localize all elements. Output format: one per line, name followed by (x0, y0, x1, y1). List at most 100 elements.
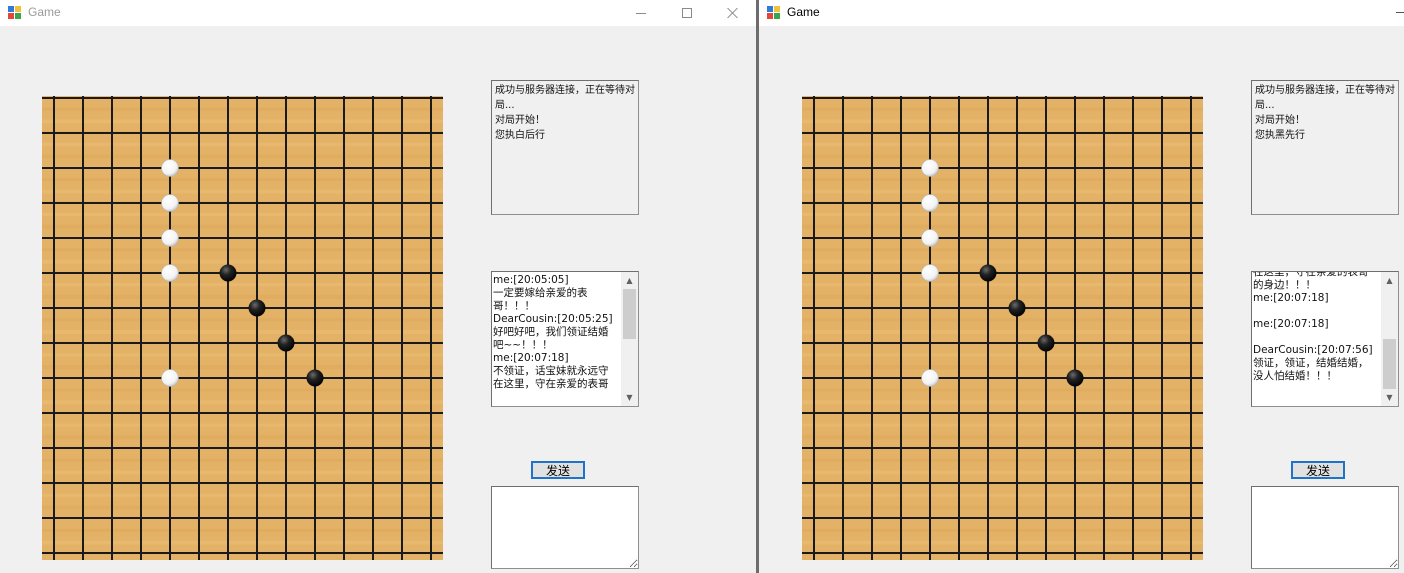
black-stone (1037, 334, 1055, 352)
scroll-up-icon[interactable]: ▲ (1381, 272, 1398, 289)
wood-grain (802, 283, 1203, 287)
game-board[interactable] (42, 96, 443, 560)
maximize-icon (682, 8, 692, 18)
game-window-left: Game 成功与服务器连接，正在等待对局... 对局开始！ 您执白后行 me:[… (0, 0, 756, 573)
wood-grain (802, 353, 1203, 357)
send-button[interactable]: 发送 (531, 461, 585, 479)
wood-grain (802, 400, 1203, 405)
white-stone (161, 229, 179, 247)
chat-content: 在这里，守在亲爱的表哥 的身边！！！ me:[20:07:18] me:[20:… (1253, 271, 1380, 383)
white-stone (161, 369, 179, 387)
chat-line: me:[20:07:18] (493, 352, 569, 364)
wood-grain (802, 248, 1203, 252)
wood-grain (802, 142, 1203, 146)
wood-grain (42, 330, 443, 334)
white-stone (161, 264, 179, 282)
chat-scrollbar[interactable]: ▲ ▼ (1381, 272, 1398, 406)
chat-history[interactable]: me:[20:05:05] 一定要嫁给亲爱的表 哥！！！ DearCousin:… (491, 271, 639, 407)
wood-grain (802, 259, 1203, 264)
chat-line: DearCousin:[20:05:25] (493, 313, 613, 325)
white-stone (161, 194, 179, 212)
board-grid[interactable] (42, 96, 443, 560)
minimize-icon (636, 12, 646, 14)
wood-grain (802, 330, 1203, 334)
chat-line: 好吧好吧，我们领证结婚 (493, 326, 609, 338)
chat-line: 的身边！！！ (1253, 279, 1316, 291)
chat-line (1253, 331, 1380, 344)
wood-grain (42, 493, 443, 497)
message-input[interactable] (1251, 486, 1399, 569)
black-stone (1066, 369, 1084, 387)
wood-grain (802, 493, 1203, 497)
game-board[interactable] (802, 96, 1203, 560)
chat-line: me:[20:07:18] (1253, 292, 1329, 304)
app-icon[interactable] (8, 6, 22, 20)
wood-grain (42, 154, 443, 159)
wood-grain (42, 365, 443, 370)
black-stone (979, 264, 997, 282)
wood-grain (802, 458, 1203, 462)
wood-grain (42, 458, 443, 462)
white-stone (921, 194, 939, 212)
chat-line: 在这里，守在亲爱的表哥 (493, 378, 609, 390)
scroll-thumb[interactable] (623, 289, 636, 339)
scroll-thumb[interactable] (1383, 339, 1396, 389)
chat-scrollbar[interactable]: ▲ ▼ (621, 272, 638, 406)
wood-grain (42, 213, 443, 216)
scroll-up-icon[interactable]: ▲ (621, 272, 638, 289)
wood-grain (42, 528, 443, 532)
scroll-down-icon[interactable]: ▼ (1381, 389, 1398, 406)
chat-line: 在这里，守在亲爱的表哥 (1253, 271, 1369, 278)
chat-history[interactable]: 在这里，守在亲爱的表哥 的身边！！！ me:[20:07:18] me:[20:… (1251, 271, 1399, 407)
black-stone (306, 369, 324, 387)
window-title: Game (787, 5, 820, 19)
wood-grain (802, 318, 1203, 322)
window-title: Game (28, 5, 61, 19)
black-stone (248, 299, 266, 317)
wood-grain (42, 189, 443, 194)
chat-line: 一定要嫁给亲爱的表 (493, 287, 588, 299)
chat-line: DearCousin:[20:07:56] (1253, 344, 1373, 356)
white-stone (921, 229, 939, 247)
chat-line: 吧~~！！！ (493, 339, 553, 351)
minimize-icon[interactable] (1396, 12, 1404, 13)
white-stone (921, 159, 939, 177)
wood-grain (802, 294, 1203, 299)
wood-grain (802, 177, 1203, 181)
chat-line (1253, 305, 1380, 318)
wood-grain (42, 435, 443, 440)
wood-grain (802, 119, 1203, 124)
wood-grain (42, 119, 443, 124)
chat-line: 不领证，话宝妹就永远守 (493, 365, 609, 377)
wood-grain (42, 142, 443, 146)
wood-grain (802, 189, 1203, 194)
wood-grain (802, 154, 1203, 159)
wood-grain (802, 388, 1203, 392)
black-stone (277, 334, 295, 352)
wood-grain (42, 388, 443, 392)
chat-line: 哥！！！ (493, 300, 535, 312)
app-icon[interactable] (767, 6, 781, 20)
wood-grain (42, 224, 443, 229)
wood-grain (802, 423, 1203, 427)
scroll-down-icon[interactable]: ▼ (621, 389, 638, 406)
board-grid[interactable] (802, 96, 1203, 560)
white-stone (161, 159, 179, 177)
wood-grain (802, 365, 1203, 370)
wood-grain (42, 540, 443, 545)
game-window-right: Game 成功与服务器连接，正在等待对局... 对局开始！ 您执黑先行 在这里，… (759, 0, 1404, 573)
wood-grain (42, 318, 443, 322)
wood-grain (42, 107, 443, 111)
status-log: 成功与服务器连接，正在等待对局... 对局开始！ 您执白后行 (491, 80, 639, 215)
title-bar[interactable]: Game (759, 0, 1404, 26)
message-input[interactable] (491, 486, 639, 569)
white-stone (921, 264, 939, 282)
title-bar[interactable]: Game (0, 0, 756, 26)
close-button[interactable] (710, 0, 756, 26)
send-button[interactable]: 发送 (1291, 461, 1345, 479)
wood-grain (802, 224, 1203, 229)
wood-grain (42, 505, 443, 510)
minimize-button[interactable] (618, 0, 664, 26)
wood-grain (802, 107, 1203, 111)
maximize-button[interactable] (664, 0, 710, 26)
